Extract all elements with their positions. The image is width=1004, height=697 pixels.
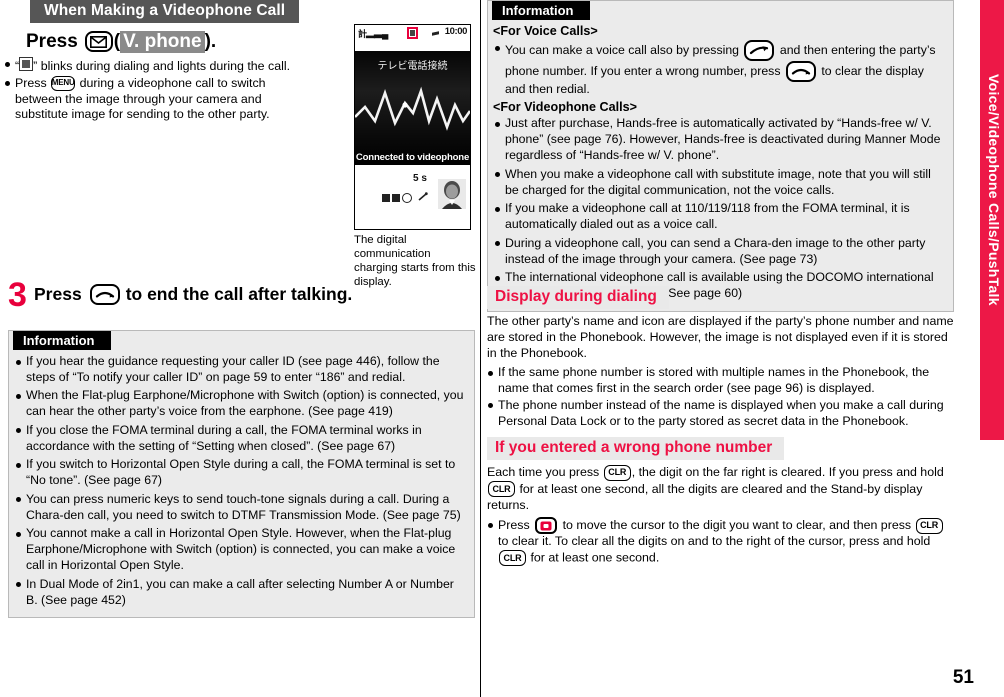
information-title: Information: [13, 331, 111, 350]
press-label: Press: [34, 284, 82, 304]
note-text: ” blinks during dialing and lights durin…: [33, 58, 291, 73]
information-box-left: Information If you hear the guidance req…: [8, 330, 475, 619]
text-pre: Press: [498, 518, 530, 533]
phone-lower-area: 5 s: [355, 165, 470, 229]
text-pre: Each time you press: [487, 464, 600, 479]
subheading-videophone-calls: <For Videophone Calls>: [493, 100, 637, 115]
signal-icon: 計▂▃▄: [358, 29, 388, 39]
clear-key-icon: CLR: [603, 464, 631, 481]
videophone-indicator-icon: [19, 56, 34, 71]
handset-icon: [418, 192, 428, 201]
phone-video-area: テレビ電話接続 Connected to videophone: [355, 51, 470, 165]
menu-key-icon: MENU: [51, 75, 76, 91]
manual-page: When Making a Videophone Call Press ( V.…: [0, 0, 1004, 697]
section-paragraph: Each time you press CLR, the digit on th…: [487, 464, 954, 514]
list-item: You can make a voice call also by pressi…: [494, 40, 945, 98]
section-heading: Display during dialing: [487, 286, 669, 309]
list-item: If you make a videophone call at 110/119…: [494, 201, 945, 233]
information-title: Information: [492, 1, 590, 20]
list-item: When you make a videophone call with sub…: [494, 167, 945, 199]
right-column: Information <For Voice Calls> You can ma…: [487, 0, 957, 697]
information-list: If you hear the guidance requesting your…: [15, 354, 466, 609]
note-text-pre: Press: [15, 75, 47, 90]
column-divider: [480, 0, 481, 697]
info-icon: [402, 193, 412, 203]
videophone-indicator-icon: [407, 26, 418, 39]
section-banner: When Making a Videophone Call: [30, 0, 300, 23]
list-item: “” blinks during dialing and lights duri…: [4, 56, 304, 75]
press-label: Press: [26, 30, 78, 52]
step-3-text: to end the call after talking.: [125, 284, 353, 304]
navigation-key-icon: [535, 517, 558, 535]
list-item: If the same phone number is stored with …: [487, 365, 954, 397]
clear-key-icon: CLR: [499, 550, 526, 567]
battery-icon: [432, 31, 439, 36]
wrong-number-list: Press to move the cursor to the digit yo…: [487, 517, 954, 567]
text-mid2: to clear it. To clear all the digits on …: [498, 534, 931, 549]
text-mid: , the digit on the far right is cleared.…: [631, 464, 944, 479]
list-item: If you close the FOMA terminal during a …: [15, 423, 466, 455]
section-heading: If you entered a wrong phone number: [487, 437, 785, 460]
image-icon: [392, 194, 400, 202]
list-item: You cannot make a call in Horizontal Ope…: [15, 526, 466, 574]
display-during-dialing-section: Display during dialing The other party’s…: [487, 286, 954, 431]
list-item: During a videophone call, you can send a…: [494, 236, 945, 268]
step-3-heading: Press to end the call after talking.: [34, 281, 352, 305]
voice-call-list: You can make a voice call also by pressi…: [494, 40, 945, 98]
step-number: 3: [8, 276, 27, 314]
text-post: for at least one second, all the digits …: [487, 481, 923, 513]
japanese-connect-label: テレビ電話接続: [377, 61, 448, 72]
waveform-graphic: [355, 86, 470, 131]
display-dialing-list: If the same phone number is stored with …: [487, 365, 954, 430]
send-call-key-icon: [744, 40, 775, 61]
page-number: 51: [952, 667, 974, 688]
information-box-right: Information <For Voice Calls> You can ma…: [487, 0, 954, 312]
clock-label: 10:00: [444, 26, 468, 37]
list-item: Just after purchase, Hands-free is autom…: [494, 116, 945, 164]
text-post: for at least one second.: [530, 550, 660, 565]
step-2-notes: “” blinks during dialing and lights duri…: [4, 56, 304, 124]
list-item: Press MENU during a videophone call to s…: [4, 76, 304, 124]
end-call-key-icon: [89, 284, 120, 305]
chapter-tab-label: Voice/Videophone Calls/PushTalk: [986, 74, 1002, 306]
avatar: [438, 179, 466, 209]
list-item: If you hear the guidance requesting your…: [15, 354, 466, 386]
text-mid: to move the cursor to the digit you want…: [562, 518, 912, 533]
text-pre: You can make a voice call also by pressi…: [505, 42, 740, 57]
wrong-number-section: If you entered a wrong phone number Each…: [487, 437, 954, 567]
phone-screen: 計▂▃▄ 10:00 テレビ電話接続 Connected to videopho…: [354, 24, 471, 230]
clear-key-icon: CLR: [915, 517, 943, 534]
list-item: When the Flat-plug Earphone/Microphone w…: [15, 388, 466, 420]
list-item: In Dual Mode of 2in1, you can make a cal…: [15, 577, 466, 609]
list-item: The phone number instead of the name is …: [487, 398, 954, 430]
list-item: If you switch to Horizontal Open Style d…: [15, 457, 466, 489]
phone-status-bar: 計▂▃▄ 10:00: [355, 25, 470, 41]
phone-screenshot-figure: 計▂▃▄ 10:00 テレビ電話接続 Connected to videopho…: [354, 24, 476, 289]
subheading-voice-calls: <For Voice Calls>: [493, 24, 598, 38]
camera-icon: [382, 194, 390, 202]
end-call-key-icon: [785, 61, 816, 82]
connected-label: Connected to videophone: [355, 152, 470, 163]
list-item: Press to move the cursor to the digit yo…: [487, 517, 954, 567]
list-item: You can press numeric keys to send touch…: [15, 492, 466, 524]
clear-key-icon: CLR: [488, 481, 515, 498]
vphone-softkey-label: V. phone: [120, 30, 205, 53]
left-column: When Making a Videophone Call Press ( V.…: [4, 0, 478, 697]
videophone-call-list: Just after purchase, Hands-free is autom…: [494, 116, 945, 302]
step-3: 3 Press to end the call after talking.: [8, 276, 478, 314]
paren-close: ).: [204, 30, 217, 52]
section-paragraph: The other party’s name and icon are disp…: [487, 313, 954, 361]
mail-key-icon: [84, 31, 113, 53]
status-icon-row: [382, 193, 412, 203]
call-duration-label: 5 s: [413, 173, 427, 184]
